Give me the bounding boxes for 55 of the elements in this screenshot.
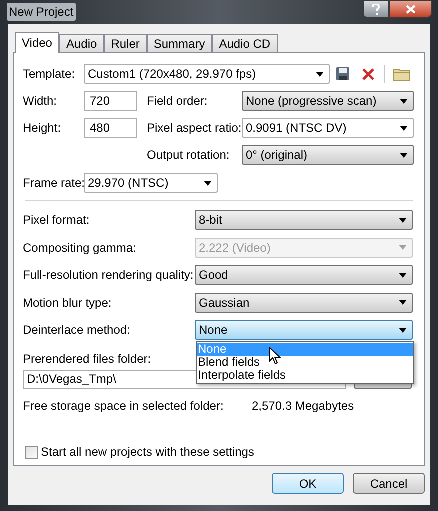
caret-icon: [399, 245, 407, 250]
setting-label: Deinterlace method:: [23, 322, 132, 339]
caret-icon: [399, 328, 407, 332]
storage-label: Free storage space in selected folder:: [23, 398, 225, 415]
field-label: Pixel aspect ratio:: [147, 120, 242, 137]
dropdown[interactable]: None: [195, 320, 413, 340]
close-icon: [406, 4, 416, 14]
field-label: Width:: [23, 93, 58, 110]
checkbox-label: Start all new projects with these settings: [41, 444, 254, 461]
caret-icon: [400, 126, 408, 130]
setting-label: Full-resolution rendering quality:: [23, 267, 195, 284]
setting-label: Compositing gamma:: [23, 240, 138, 256]
dropdown[interactable]: 0° (original): [242, 145, 414, 165]
caret-icon: [399, 300, 407, 305]
tab[interactable]: Ruler: [104, 34, 147, 52]
tab[interactable]: Audio: [59, 34, 104, 52]
field-label: Prerendered files folder:: [23, 351, 152, 366]
mouse-cursor-icon: [269, 347, 281, 365]
field-label: Output rotation:: [147, 147, 231, 164]
dropdown[interactable]: Good: [195, 265, 413, 285]
template-label: Template:: [23, 66, 76, 83]
help-icon: [372, 4, 380, 14]
window-title: New Project: [7, 3, 76, 21]
tab[interactable]: Audio CD: [212, 34, 278, 52]
setting-label: Pixel format:: [23, 212, 91, 229]
close-button[interactable]: [389, 0, 432, 18]
caret-icon: [400, 98, 408, 104]
caret-icon: [400, 152, 408, 158]
help-button[interactable]: [363, 0, 389, 18]
caret-icon: [316, 72, 324, 76]
caret-icon: [399, 272, 407, 278]
storage-value: 2,570.3 Megabytes: [252, 398, 354, 415]
save-icon[interactable]: [336, 67, 350, 81]
dropdown[interactable]: None (progressive scan): [242, 91, 414, 111]
caret-icon: [204, 180, 212, 186]
field-label: Height:: [23, 120, 62, 137]
dropdown[interactable]: Custom1 (720x480, 29.970 fps): [84, 64, 330, 84]
field-label: Field order:: [147, 93, 209, 110]
checkbox[interactable]: [25, 446, 38, 458]
dropdown[interactable]: Gaussian: [195, 292, 413, 312]
dropdown-option[interactable]: Blend fields: [197, 356, 413, 369]
dropdown[interactable]: 0.9091 (NTSC DV): [242, 118, 414, 138]
field-label: Frame rate:: [23, 175, 84, 192]
folder-icon[interactable]: [393, 67, 410, 81]
dialog-button[interactable]: OK: [272, 473, 344, 494]
input-field[interactable]: 480: [84, 118, 137, 138]
dropdown[interactable]: 8-bit: [195, 210, 413, 230]
setting-label: Motion blur type:: [23, 294, 113, 312]
caret-icon: [399, 218, 407, 222]
dialog-button[interactable]: Cancel: [353, 473, 425, 494]
delete-icon[interactable]: [362, 68, 375, 80]
tab[interactable]: Summary: [146, 34, 212, 52]
dropdown[interactable]: 29.970 (NTSC): [84, 173, 218, 193]
input-field[interactable]: 720: [84, 91, 137, 111]
tab[interactable]: Video: [15, 32, 60, 53]
